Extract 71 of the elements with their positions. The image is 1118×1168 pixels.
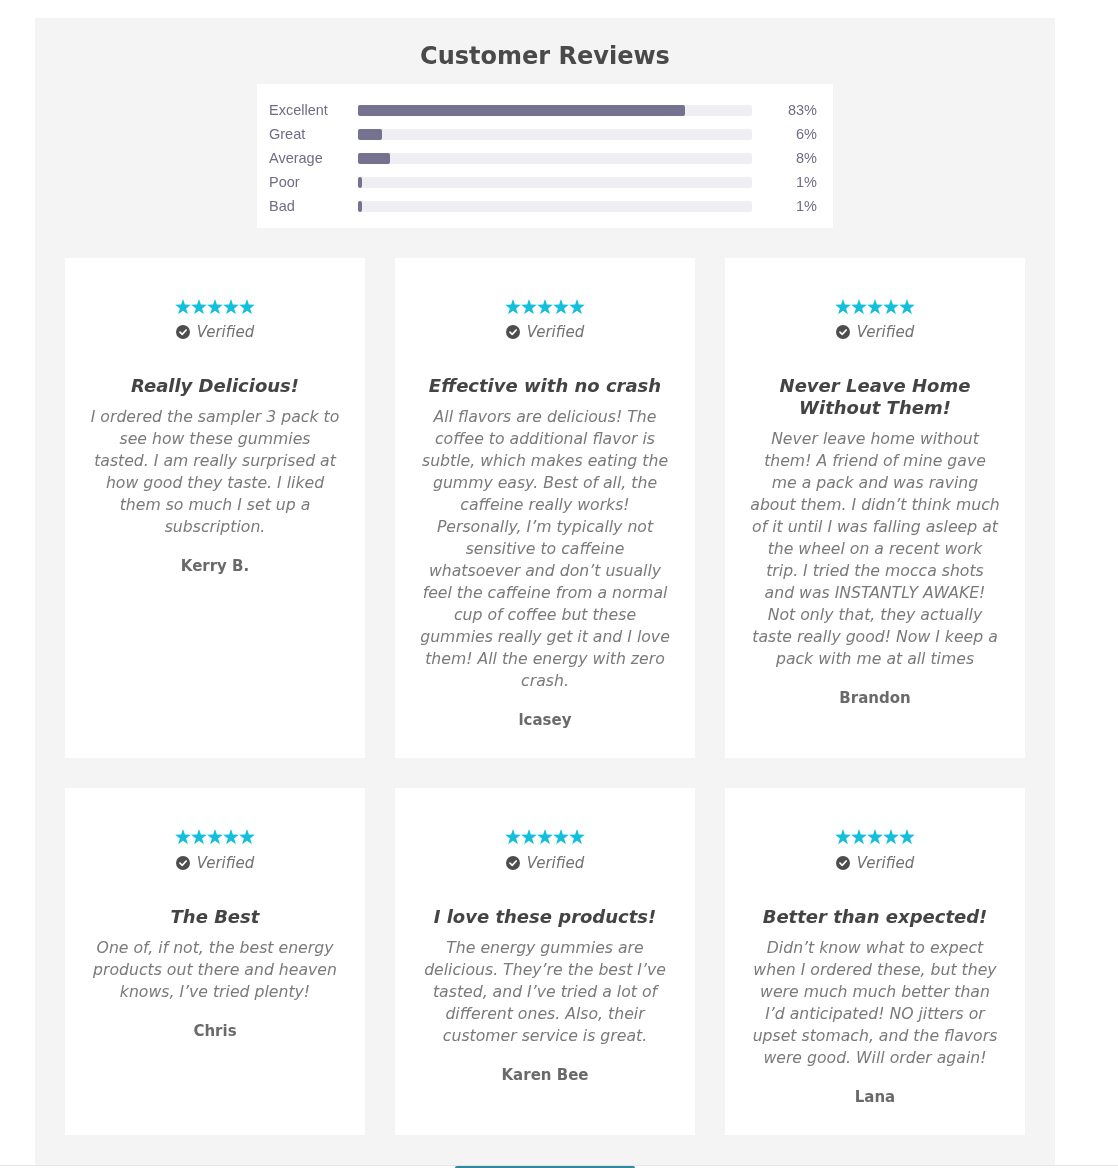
- review-text: One of, if not, the best energy products out there and heaven knows, I’ve tried plenty!: [92, 936, 338, 1003]
- rating-label: Poor: [269, 173, 301, 191]
- star-icon: [899, 299, 915, 315]
- review-title: Effective with no crash: [427, 375, 663, 398]
- star-icon: [867, 299, 883, 315]
- review-title: The Best: [169, 905, 261, 928]
- star-icon: [553, 829, 569, 845]
- rating-percent: 1%: [796, 173, 817, 191]
- verified-label: Verified: [196, 322, 255, 343]
- star-icon: [207, 829, 223, 845]
- verified-label: Verified: [856, 852, 915, 873]
- verified-label: Verified: [196, 852, 255, 873]
- check-circle-icon: [505, 325, 520, 340]
- star-icon: [191, 299, 207, 315]
- rating-percent: 6%: [796, 125, 817, 143]
- star-icon: [223, 299, 239, 315]
- review-text: I ordered the sampler 3 pack to see how these gummies tasted. I am really surprised at how good they taste. I liked them so much I set up a subscription.: [90, 406, 340, 539]
- star-icon: [505, 299, 521, 315]
- check-circle-icon: [175, 325, 190, 340]
- review-text: Never leave home without them! A friend of mine gave me a pack and was raving about them. I didn’t think much of it until I was falling asleep at the wheel on a recent work trip. I tried the mocca shots and was INSTANTLY AWAKE! Not only that, they actually taste really good! Now I keep a pack with me at all times: [750, 428, 1000, 671]
- star-icon: [569, 829, 585, 845]
- review-title: Never Leave Home Without Them!: [778, 375, 972, 420]
- reviewer-name: lcasey: [518, 710, 572, 731]
- verified-label: Verified: [526, 322, 585, 343]
- review-text: The energy gummies are delicious. They’re the best I’ve tasted, and I’ve tried a lot of different ones. Also, their customer service is great.: [423, 936, 667, 1047]
- star-icon: [521, 829, 537, 845]
- review-title: I love these products!: [432, 905, 658, 928]
- star-icon: [899, 829, 915, 845]
- star-icon: [191, 829, 207, 845]
- star-icon: [207, 299, 223, 315]
- star-icon: [521, 299, 537, 315]
- star-icon: [553, 299, 569, 315]
- star-icon: [239, 299, 255, 315]
- rating-percent: 1%: [796, 197, 817, 215]
- star-icon: [835, 829, 851, 845]
- reviewer-name: Chris: [193, 1020, 237, 1041]
- rating-label: Average: [269, 149, 324, 167]
- star-icon: [505, 829, 521, 845]
- review-title: Better than expected!: [761, 905, 989, 928]
- star-icon: [851, 299, 867, 315]
- review-text: All flavors are delicious! The coffee to additional flavor is subtle, which makes eating the gummy easy. Best of all, the caffeine really works! Personally, I’m typically not sensitive to caffeine whatsoever and don’t usually feel the caffeine from a normal cup of coffee but these gummies really get it and I love them! All the energy with zero crash.: [420, 406, 670, 693]
- rating-percent: 83%: [787, 101, 817, 119]
- star-icon: [223, 829, 239, 845]
- rating-label: Excellent: [269, 101, 329, 119]
- star-icon: [537, 829, 553, 845]
- star-icon: [851, 829, 867, 845]
- reviewer-name: Lana: [854, 1086, 896, 1107]
- star-icon: [175, 299, 191, 315]
- star-icon: [835, 299, 851, 315]
- verified-label: Verified: [856, 322, 915, 343]
- reviewer-name: Kerry B.: [180, 556, 250, 577]
- section-title: Customer Reviews: [420, 41, 670, 72]
- star-icon: [537, 299, 553, 315]
- verified-label: Verified: [526, 852, 585, 873]
- reviewer-name: Brandon: [839, 688, 911, 709]
- check-circle-icon: [175, 855, 190, 870]
- check-circle-icon: [505, 855, 520, 870]
- check-circle-icon: [835, 855, 850, 870]
- rating-label: Bad: [269, 197, 296, 215]
- review-title: Really Delicious!: [129, 375, 301, 398]
- star-icon: [883, 299, 899, 315]
- review-text: Didn’t know what to expect when I ordered these, but they were much much better than I’d anticipated! NO jitters or upset stomach, and the flavors were good. Will order again!: [751, 936, 999, 1069]
- star-icon: [239, 829, 255, 845]
- rating-label: Great: [269, 125, 307, 143]
- star-icon: [883, 829, 899, 845]
- star-icon: [175, 829, 191, 845]
- reviewer-name: Karen Bee: [501, 1064, 589, 1085]
- star-icon: [569, 299, 585, 315]
- rating-percent: 8%: [796, 149, 817, 167]
- check-circle-icon: [835, 325, 850, 340]
- star-icon: [867, 829, 883, 845]
